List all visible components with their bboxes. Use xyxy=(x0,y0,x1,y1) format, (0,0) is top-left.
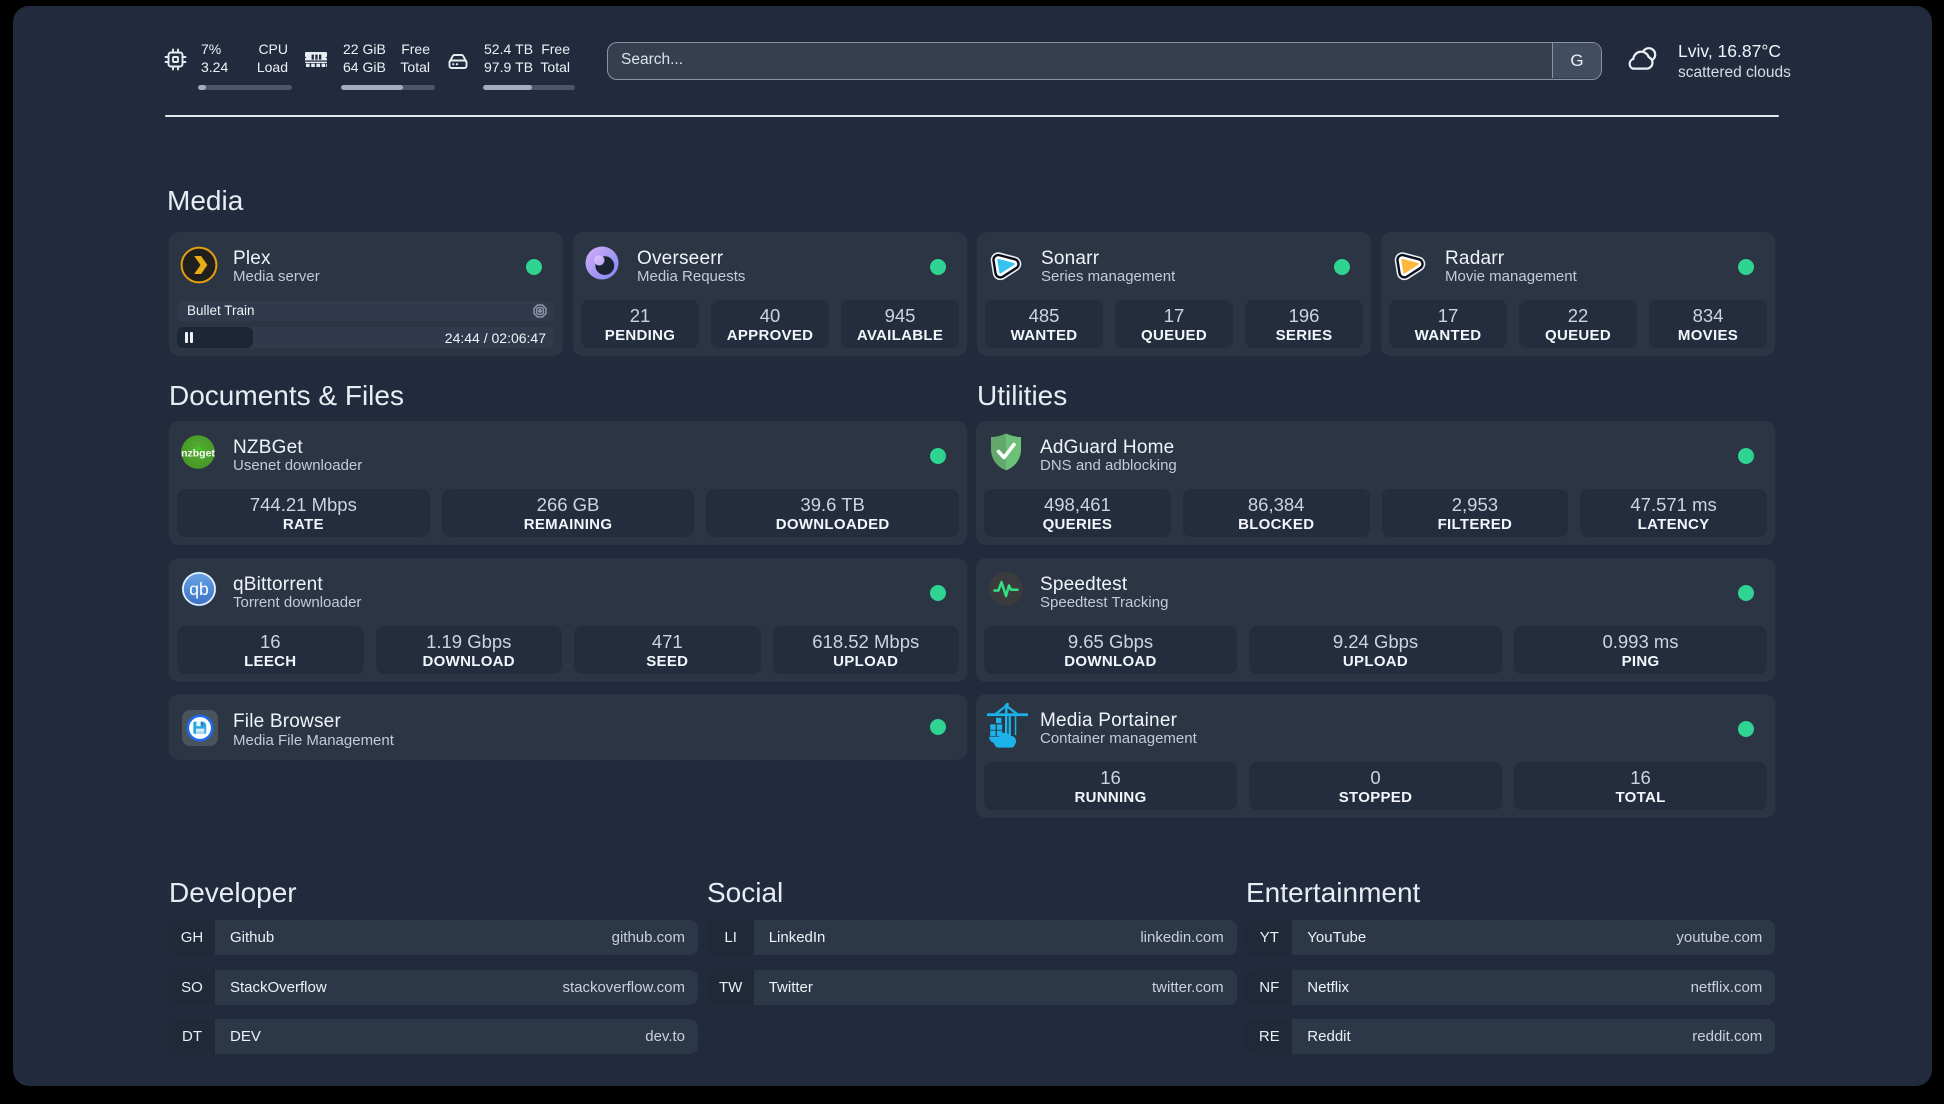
svg-text:nzbget: nzbget xyxy=(181,448,215,460)
svg-text:qb: qb xyxy=(189,579,208,599)
